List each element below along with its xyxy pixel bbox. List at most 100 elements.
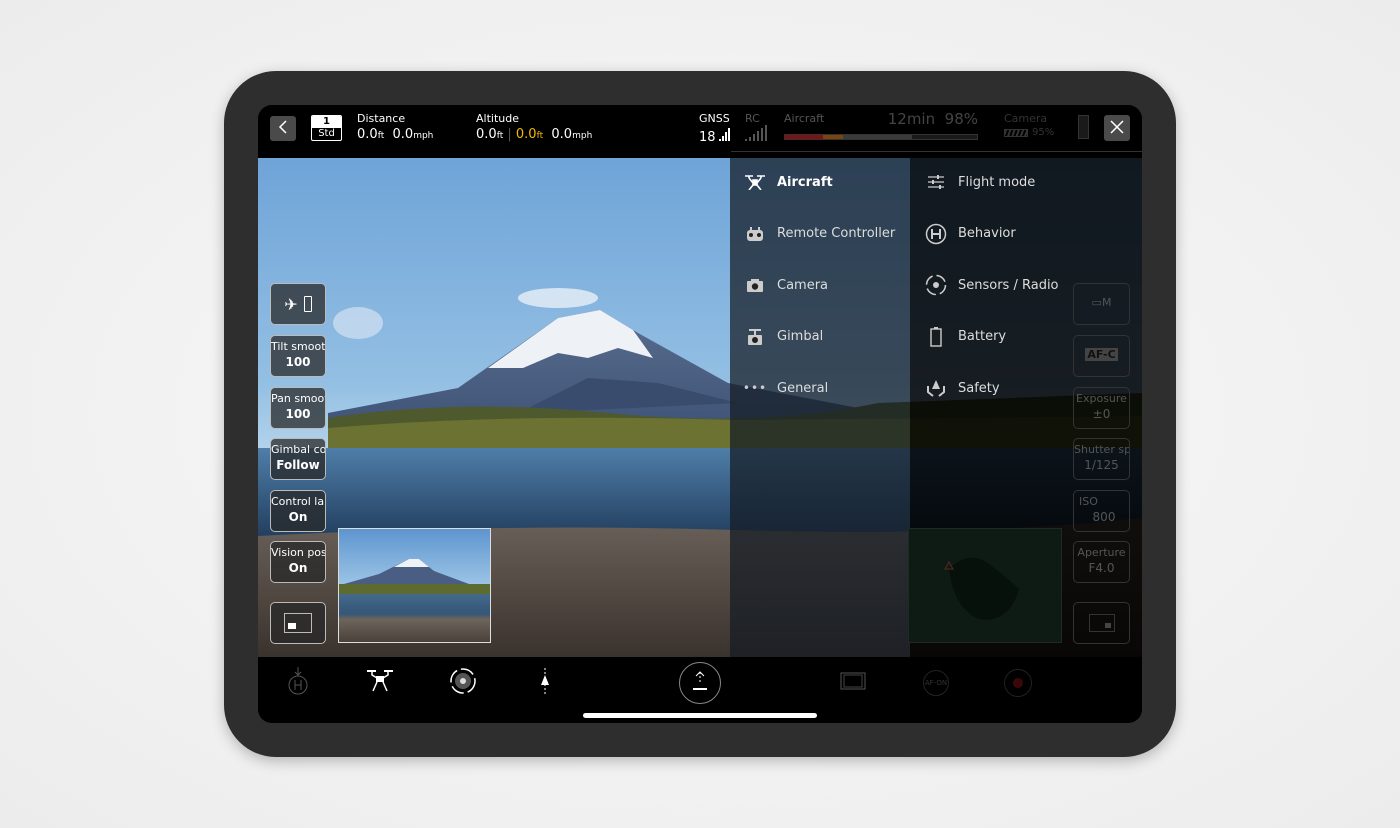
gnss-status: GNSS 18	[699, 112, 731, 145]
gnss-satellite-count: 18	[699, 130, 716, 145]
menu-item-general[interactable]: ••• General	[743, 373, 895, 403]
horizontal-speed-value: 0.0	[392, 127, 414, 142]
iso-control[interactable]: ISO 800	[1073, 490, 1130, 532]
control-value: ±0	[1092, 407, 1111, 421]
distance-value: 0.0	[357, 127, 378, 142]
menu-label: Behavior	[958, 226, 1016, 241]
menu-label: Remote Controller	[777, 226, 896, 241]
app-screen: ✈ Tilt smooth 100 Pan smooth 100 Gimbal co…	[258, 105, 1142, 723]
menu-label: General	[777, 380, 829, 396]
camera-label: Camera	[1004, 112, 1048, 125]
control-value: 100	[285, 407, 311, 421]
exposure-control[interactable]: Exposure ±0	[1073, 387, 1130, 429]
menu-label: Aircraft	[777, 174, 833, 190]
control-value: 1/125	[1084, 458, 1119, 472]
close-icon	[1110, 119, 1124, 138]
close-button[interactable]	[1104, 115, 1130, 141]
return-home-button[interactable]	[283, 667, 313, 698]
video-frame-icon: ▭	[1091, 296, 1102, 309]
takeoff-button[interactable]	[679, 662, 721, 704]
video-mode-value: M	[1101, 296, 1112, 309]
aperture-control[interactable]: Aperture F4.0	[1073, 541, 1130, 583]
control-value: On	[288, 561, 308, 575]
altitude-limit-value: 0.0	[515, 127, 537, 142]
control-label: Pan smooth	[271, 392, 325, 405]
control-lamp-control[interactable]: Control lamp On	[270, 490, 326, 532]
signal-bars-icon	[718, 127, 731, 145]
aircraft-button[interactable]	[365, 668, 395, 698]
focus-mode-control[interactable]: AF-C	[1073, 335, 1130, 377]
menu-label: Sensors / Radio	[958, 277, 1059, 293]
control-label: ISO	[1079, 495, 1098, 508]
menu-item-remote-controller[interactable]: Remote Controller	[744, 219, 895, 249]
af-on-label: AF-ON	[924, 679, 948, 687]
control-label: Aperture	[1077, 546, 1126, 559]
tilt-smooth-control[interactable]: Tilt smooth 100	[270, 335, 326, 377]
menu-label: Flight mode	[958, 174, 1036, 190]
altitude-readout: Altitude 0.0ft | 0.0ft 0.0mph	[476, 112, 593, 142]
menu-item-gimbal[interactable]: Gimbal	[744, 322, 895, 352]
pip-thumbnail[interactable]	[338, 528, 491, 643]
mini-map[interactable]	[908, 528, 1062, 643]
pip-toggle-right-button[interactable]	[1073, 602, 1130, 644]
focus-mode-value: AF-C	[1085, 348, 1118, 361]
control-label: Exposure	[1076, 392, 1127, 405]
record-button[interactable]	[1004, 669, 1032, 697]
menu-label: Gimbal	[777, 329, 824, 344]
menu-item-aircraft[interactable]: Aircraft	[744, 167, 895, 197]
menu-item-behavior[interactable]: Behavior	[925, 219, 1059, 249]
record-icon	[1013, 678, 1023, 688]
menu-label: Battery	[958, 329, 1007, 344]
control-value: 100	[285, 355, 311, 369]
sensor-button[interactable]	[448, 668, 478, 698]
flight-time-remaining: 12min	[887, 110, 936, 128]
flight-mode-badge[interactable]: 1 Std	[311, 115, 342, 141]
drone-icon	[366, 669, 394, 697]
menu-label: Safety	[958, 380, 1000, 396]
pip-icon	[284, 613, 312, 633]
chevron-left-icon	[278, 119, 288, 138]
video-mode-control[interactable]: ▭M	[1073, 283, 1130, 325]
aircraft-status-button[interactable]: ✈	[270, 283, 326, 325]
distance-unit: ft	[377, 131, 385, 141]
menu-item-battery[interactable]: Battery	[925, 322, 1059, 352]
speed-unit: mph	[413, 131, 434, 141]
settings-subitems: Flight mode Behavior Sensors / Radio Bat…	[925, 167, 1059, 403]
sensor-icon	[449, 667, 477, 699]
altitude-unit: ft	[496, 131, 504, 141]
sensor-icon	[925, 274, 947, 296]
af-on-button[interactable]: AF-ON	[923, 670, 949, 696]
control-value: F4.0	[1088, 561, 1115, 575]
rc-signal-icon	[745, 125, 769, 145]
control-value: On	[288, 510, 308, 524]
battery-bar	[784, 134, 978, 140]
menu-item-sensors-radio[interactable]: Sensors / Radio	[925, 270, 1059, 300]
pip-toggle-button[interactable]	[270, 602, 326, 644]
control-value: Follow	[276, 458, 320, 472]
vision-position-control[interactable]: Vision position On	[270, 541, 326, 583]
control-label: Control lamp	[271, 495, 325, 508]
frame-icon	[840, 672, 866, 694]
back-button[interactable]	[270, 116, 296, 141]
camera-icon	[744, 274, 766, 296]
view-switch-button[interactable]	[838, 668, 868, 698]
helipad-icon	[925, 223, 947, 245]
drone-icon	[744, 171, 766, 193]
shutter-speed-control[interactable]: Shutter speed 1/125	[1073, 438, 1130, 480]
menu-item-safety[interactable]: Safety	[925, 373, 1059, 403]
aircraft-battery-percent: 98%	[944, 110, 978, 128]
speed-unit: mph	[572, 131, 593, 141]
menu-item-flight-mode[interactable]: Flight mode	[925, 167, 1059, 197]
pan-smooth-control[interactable]: Pan smooth 100	[270, 387, 326, 429]
heading-button[interactable]	[530, 668, 560, 698]
divider	[731, 151, 1142, 152]
menu-item-camera[interactable]: Camera	[744, 270, 895, 300]
heading-arrow-icon	[539, 667, 551, 699]
altitude-label: Altitude	[476, 112, 519, 125]
control-value: 800	[1092, 510, 1116, 524]
pip-landscape-image	[339, 559, 490, 594]
battery-icon	[925, 326, 947, 348]
sliders-icon	[925, 171, 947, 193]
gimbal-control[interactable]: Gimbal control Follow	[270, 438, 326, 480]
home-indicator[interactable]	[583, 713, 817, 718]
